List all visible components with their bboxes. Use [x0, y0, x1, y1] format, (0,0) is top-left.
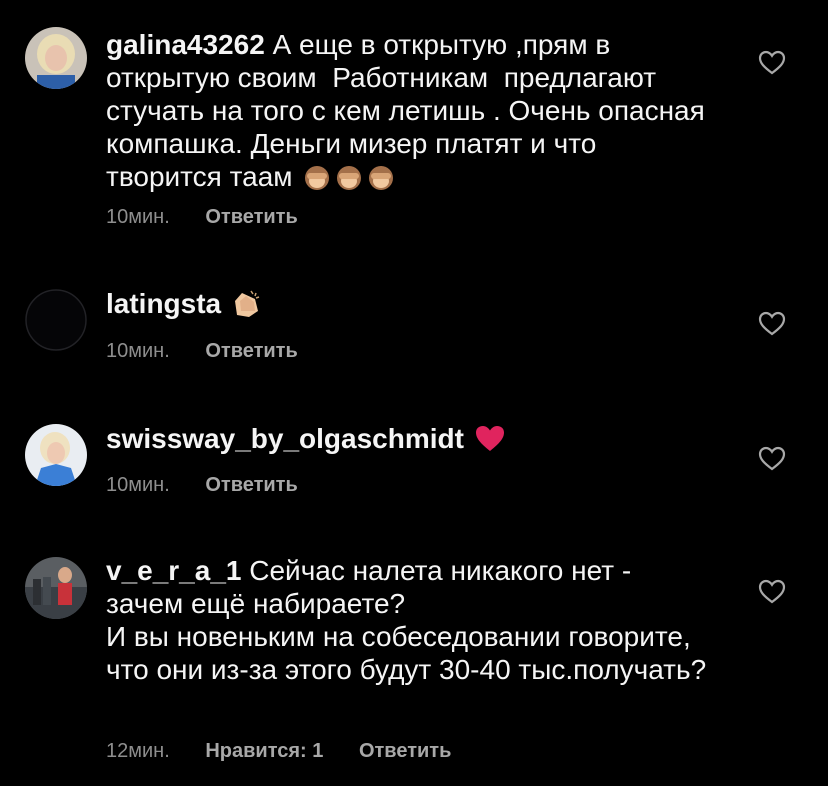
comment-time: 10мин.	[106, 340, 170, 362]
username-link[interactable]: v_e_r_a_1	[106, 555, 241, 586]
comment-text: galina43262 А еще в открытую ,прям в отк…	[106, 28, 716, 199]
comment-meta: 10мин. Ответить	[106, 473, 298, 497]
see-no-evil-monkey-icon	[302, 164, 332, 199]
likes-count[interactable]: Нравится: 1	[205, 739, 323, 763]
avatar[interactable]	[25, 557, 87, 619]
username-link[interactable]: latingsta	[106, 288, 221, 319]
like-heart-icon[interactable]	[758, 311, 786, 337]
comment-meta: 10мин. Ответить	[106, 205, 298, 229]
clapping-hands-icon	[231, 289, 263, 326]
avatar[interactable]	[25, 289, 87, 351]
comment-text: swissway_by_olgaschmidt	[106, 422, 716, 461]
see-no-evil-monkey-icon	[366, 164, 396, 199]
like-heart-icon[interactable]	[758, 50, 786, 76]
username-link[interactable]: galina43262	[106, 29, 265, 60]
avatar[interactable]	[25, 27, 87, 89]
red-heart-icon	[474, 424, 506, 461]
reply-button[interactable]: Ответить	[205, 339, 297, 363]
reply-button[interactable]: Ответить	[359, 739, 451, 763]
comment-meta: 10мин. Ответить	[106, 339, 298, 363]
see-no-evil-monkey-icon	[334, 164, 364, 199]
reply-button[interactable]: Ответить	[205, 205, 297, 229]
comment-time: 10мин.	[106, 474, 170, 496]
comment-time: 12мин.	[106, 740, 170, 762]
comment-time: 10мин.	[106, 206, 170, 228]
like-heart-icon[interactable]	[758, 446, 786, 472]
comment-text: latingsta	[106, 287, 716, 326]
comment-text: v_e_r_a_1 Сейчас налета никакого нет - з…	[106, 554, 716, 686]
like-heart-icon[interactable]	[758, 579, 786, 605]
avatar[interactable]	[25, 424, 87, 486]
reply-button[interactable]: Ответить	[205, 473, 297, 497]
username-link[interactable]: swissway_by_olgaschmidt	[106, 423, 464, 454]
comment-meta: 12мин. Нравится: 1 Ответить	[106, 739, 451, 763]
